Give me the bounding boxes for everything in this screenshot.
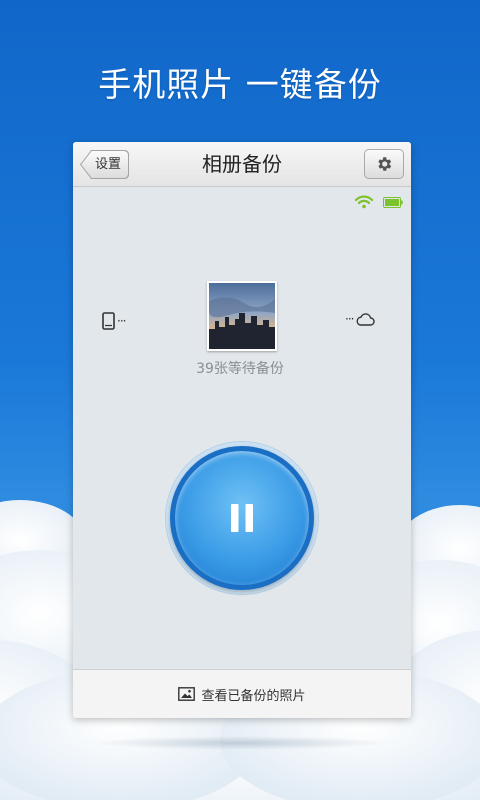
source-dots: ···: [117, 314, 127, 328]
image-icon: [178, 687, 196, 701]
title-bar: 相册备份 设置: [73, 142, 411, 187]
settings-button[interactable]: [364, 149, 404, 179]
status-icons: [355, 195, 403, 209]
phone-screen: 相册备份 设置: [73, 142, 411, 718]
phone-shadow: [90, 736, 390, 750]
view-backed-up-photos-button[interactable]: 查看已备份的照片: [73, 669, 411, 718]
battery-icon: [383, 196, 403, 208]
pause-icon: [231, 504, 253, 532]
sunset-city-photo: [209, 283, 275, 349]
gear-icon: [378, 157, 392, 171]
transfer-target: ···: [345, 312, 376, 326]
transfer-source: ···: [102, 312, 127, 330]
pause-button[interactable]: [170, 446, 314, 590]
cloud-icon: [356, 313, 376, 326]
view-backed-up-label: 查看已备份的照片: [201, 688, 306, 704]
phone-icon: [102, 312, 115, 330]
waiting-count: 39张等待备份: [196, 361, 284, 377]
photo-thumbnail: [207, 281, 277, 351]
target-dots: ···: [345, 312, 355, 326]
headline: 手机照片 一键备份: [98, 65, 382, 104]
wifi-icon: [355, 195, 373, 209]
